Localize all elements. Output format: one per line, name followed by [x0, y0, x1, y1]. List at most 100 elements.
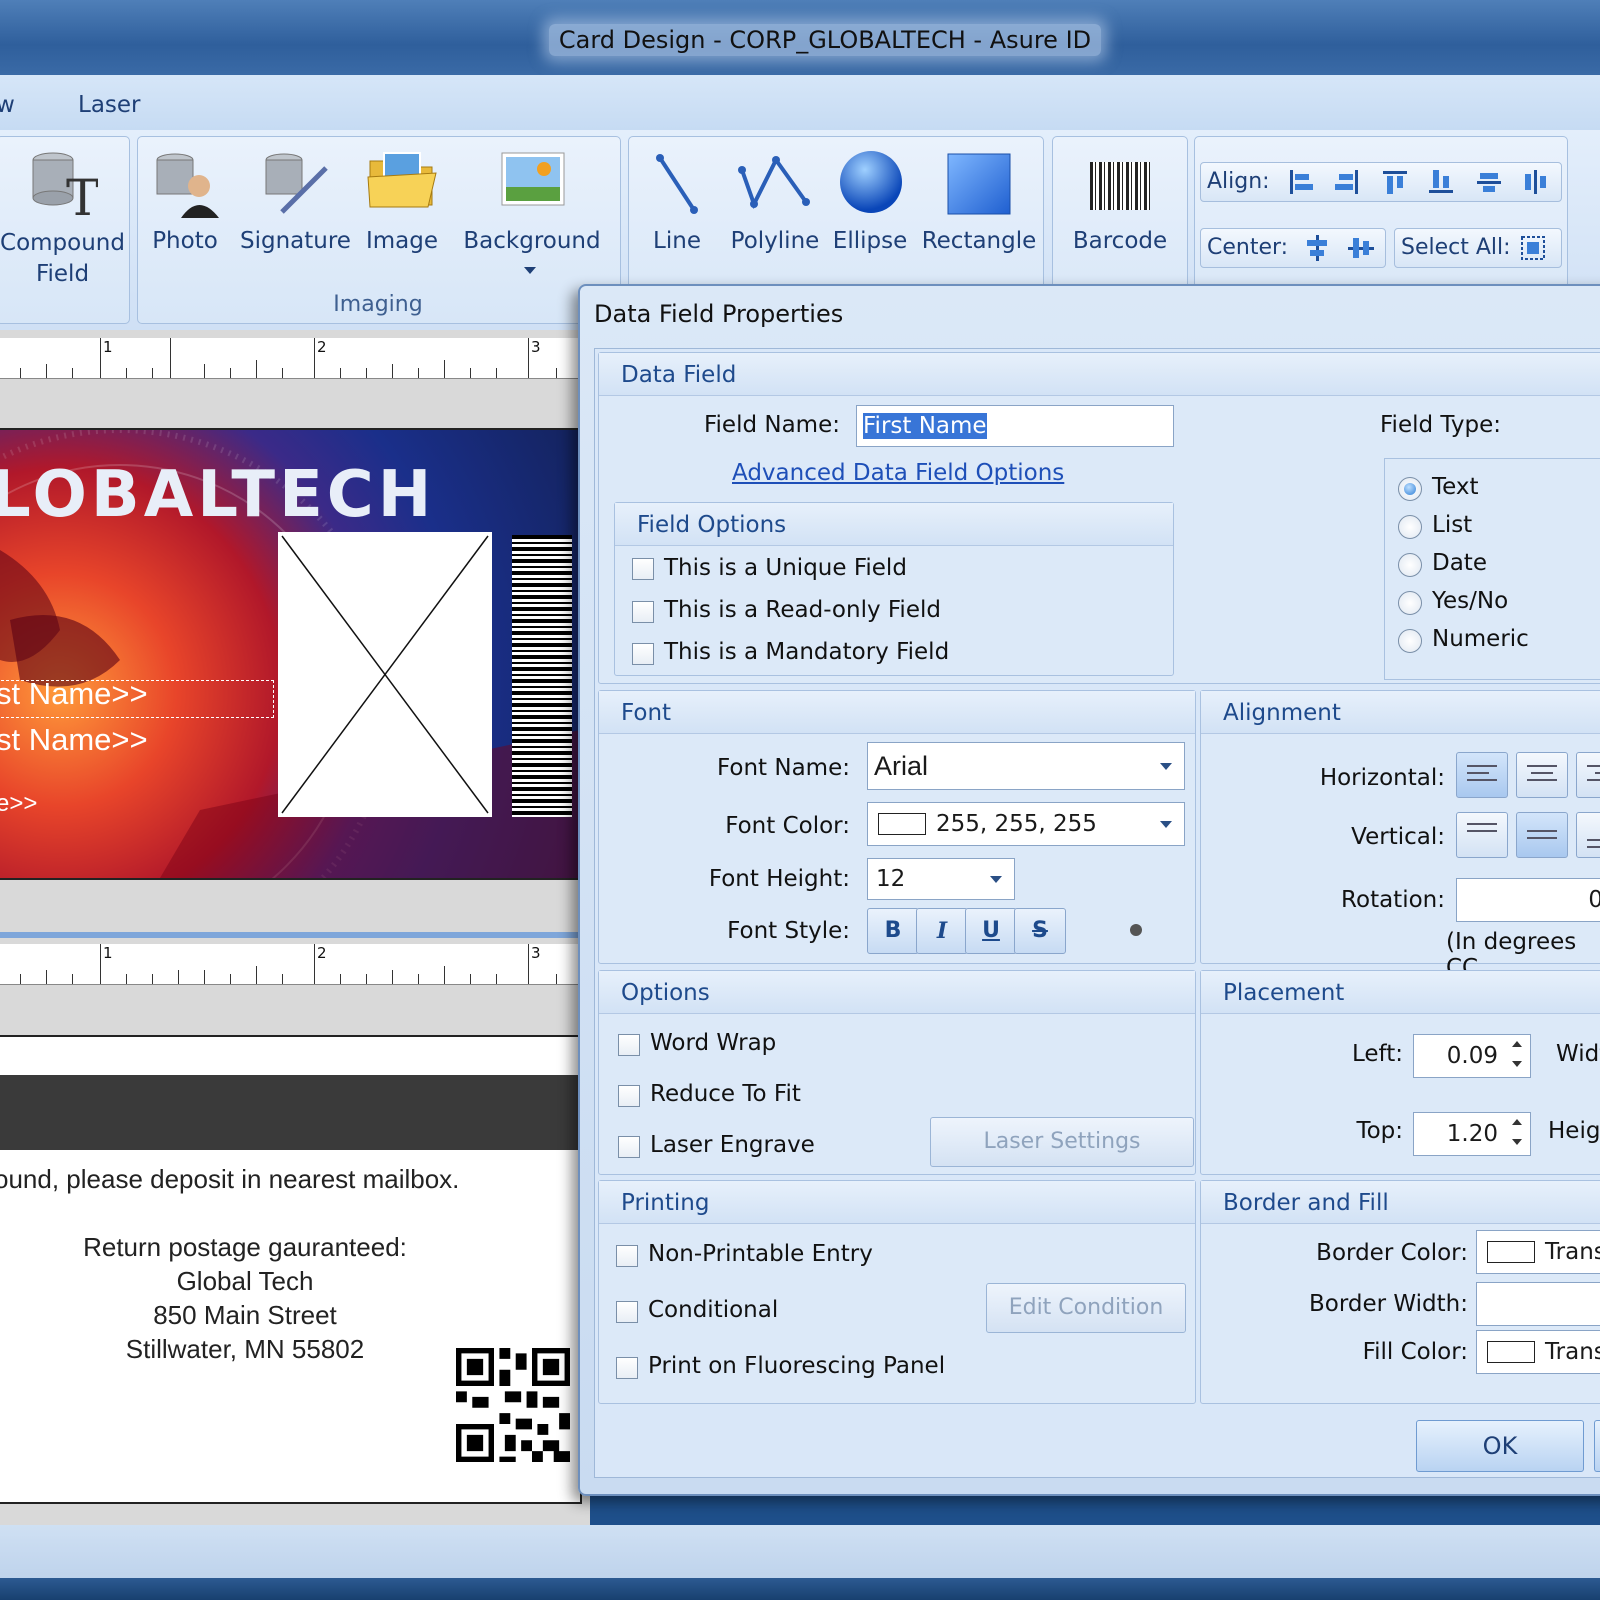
reduce-to-fit-checkbox[interactable]: [618, 1085, 640, 1107]
italic-button[interactable]: I: [916, 908, 968, 954]
center-vertical-icon[interactable]: [1347, 234, 1375, 262]
field-type-date-radio[interactable]: [1398, 553, 1422, 577]
window-title: Card Design - CORP_GLOBALTECH - Asure ID: [0, 24, 1600, 56]
fluorescing-checkbox[interactable]: [616, 1357, 638, 1379]
background-button[interactable]: Background: [462, 145, 602, 285]
vertical-bottom-button[interactable]: [1576, 812, 1600, 858]
vertical-top-button[interactable]: [1456, 812, 1508, 858]
align-bar: Align:: [1200, 162, 1562, 202]
compound-field-button[interactable]: T Compound Field: [0, 150, 125, 290]
back-text-line1: ound, please deposit in nearest mailbox.: [0, 1164, 460, 1194]
conditional-checkbox[interactable]: [616, 1301, 638, 1323]
align-middle-icon[interactable]: [1475, 168, 1503, 196]
edit-condition-button[interactable]: Edit Condition: [986, 1283, 1186, 1333]
line-button[interactable]: Line: [644, 150, 710, 260]
font-header: Font: [621, 700, 672, 726]
field-name-label: Field Name:: [703, 412, 840, 438]
polyline-button[interactable]: Polyline: [728, 150, 822, 260]
photo-label: Photo: [152, 228, 218, 254]
readonly-field-checkbox[interactable]: [632, 601, 654, 623]
field-type-numeric-radio[interactable]: [1398, 629, 1422, 653]
barcode-button[interactable]: Barcode: [1068, 150, 1172, 260]
field-type-list-radio[interactable]: [1398, 515, 1422, 539]
card-first-name-field[interactable]: st Name>>: [0, 676, 148, 712]
signature-button[interactable]: Signature: [240, 150, 351, 260]
ruler-number: 2: [317, 944, 327, 962]
card-field-3[interactable]: e>>: [0, 790, 37, 818]
ellipse-button[interactable]: Ellipse: [832, 150, 908, 260]
rotation-input[interactable]: 0: [1456, 878, 1600, 922]
photo-placeholder[interactable]: [278, 532, 492, 817]
svg-text:T: T: [66, 169, 98, 220]
field-options-header: Field Options: [637, 512, 787, 538]
placement-panel: Placement: [1200, 970, 1600, 1175]
tab-partial[interactable]: w: [0, 92, 15, 118]
qr-code[interactable]: [456, 1348, 570, 1462]
spinner-up-icon[interactable]: [1512, 1119, 1522, 1125]
top-value: 1.20: [1446, 1121, 1498, 1147]
font-name-select[interactable]: Arial: [867, 742, 1185, 790]
strikethrough-button[interactable]: S: [1014, 908, 1066, 954]
taskbar: [0, 1578, 1600, 1600]
tab-laser[interactable]: Laser: [78, 92, 141, 118]
line-label: Line: [653, 228, 701, 254]
signature-icon: [265, 153, 328, 214]
select-all-icon[interactable]: [1519, 234, 1547, 262]
placement-header: Placement: [1223, 980, 1345, 1006]
vertical-middle-button[interactable]: [1516, 812, 1568, 858]
select-all-label: Select All:: [1401, 235, 1511, 260]
ribbon-tab-row: w Laser: [0, 75, 1600, 130]
cancel-button[interactable]: [1594, 1420, 1600, 1472]
align-right-icon[interactable]: [1333, 168, 1361, 196]
font-color-select[interactable]: 255, 255, 255: [867, 802, 1185, 846]
polyline-label: Polyline: [730, 228, 820, 254]
ruler-number: 1: [103, 338, 113, 356]
align-center-icon[interactable]: [1521, 168, 1549, 196]
laser-settings-button[interactable]: Laser Settings: [930, 1117, 1194, 1167]
photo-button[interactable]: Photo: [145, 150, 225, 260]
polyline-icon: [738, 156, 810, 210]
laser-engrave-checkbox[interactable]: [618, 1136, 640, 1158]
rectangle-icon: [947, 153, 1011, 215]
font-height-select[interactable]: 12: [867, 858, 1015, 900]
top-spinner[interactable]: 1.20: [1413, 1112, 1531, 1156]
spinner-up-icon[interactable]: [1512, 1041, 1522, 1047]
spinner-down-icon[interactable]: [1512, 1061, 1522, 1067]
left-spinner[interactable]: 0.09: [1413, 1034, 1531, 1078]
image-button[interactable]: Image: [360, 145, 444, 260]
unique-field-checkbox[interactable]: [632, 558, 654, 580]
spinner-down-icon[interactable]: [1512, 1139, 1522, 1145]
ruler-top: 1 2 3: [0, 338, 590, 379]
field-type-text-radio[interactable]: [1398, 477, 1422, 501]
align-bottom-icon[interactable]: [1427, 168, 1455, 196]
card-last-name-field[interactable]: st Name>>: [0, 722, 148, 758]
fill-color-select[interactable]: Trans: [1476, 1330, 1600, 1374]
non-printable-checkbox[interactable]: [616, 1245, 638, 1267]
bold-button[interactable]: B: [867, 908, 919, 954]
alignment-header: Alignment: [1223, 700, 1341, 726]
ok-button[interactable]: OK: [1416, 1420, 1584, 1472]
rectangle-button[interactable]: Rectangle: [920, 150, 1038, 260]
horizontal-center-button[interactable]: [1516, 752, 1568, 798]
conditional-label: Conditional: [648, 1297, 779, 1323]
mandatory-field-checkbox[interactable]: [632, 643, 654, 665]
left-value: 0.09: [1446, 1043, 1498, 1069]
advanced-data-field-options-link[interactable]: Advanced Data Field Options: [732, 460, 1064, 486]
center-horizontal-icon[interactable]: [1303, 234, 1331, 262]
horizontal-right-button[interactable]: [1576, 752, 1600, 798]
underline-button[interactable]: U: [965, 908, 1017, 954]
field-name-input[interactable]: First Name: [856, 405, 1174, 447]
background-icon: [501, 152, 565, 206]
card-barcode[interactable]: [512, 535, 572, 817]
horizontal-left-button[interactable]: [1456, 752, 1508, 798]
signature-label: Signature: [240, 228, 351, 254]
border-color-select[interactable]: Trans: [1476, 1230, 1600, 1274]
field-type-list-label: List: [1432, 512, 1473, 538]
word-wrap-checkbox[interactable]: [618, 1034, 640, 1056]
card-front[interactable]: LOBALTECH st Name>> st Name>> e>>: [0, 428, 582, 880]
field-type-yesno-radio[interactable]: [1398, 591, 1422, 615]
border-width-input[interactable]: [1476, 1282, 1600, 1326]
align-left-icon[interactable]: [1287, 168, 1315, 196]
align-top-icon[interactable]: [1381, 168, 1409, 196]
ruler-number: 1: [103, 944, 113, 962]
